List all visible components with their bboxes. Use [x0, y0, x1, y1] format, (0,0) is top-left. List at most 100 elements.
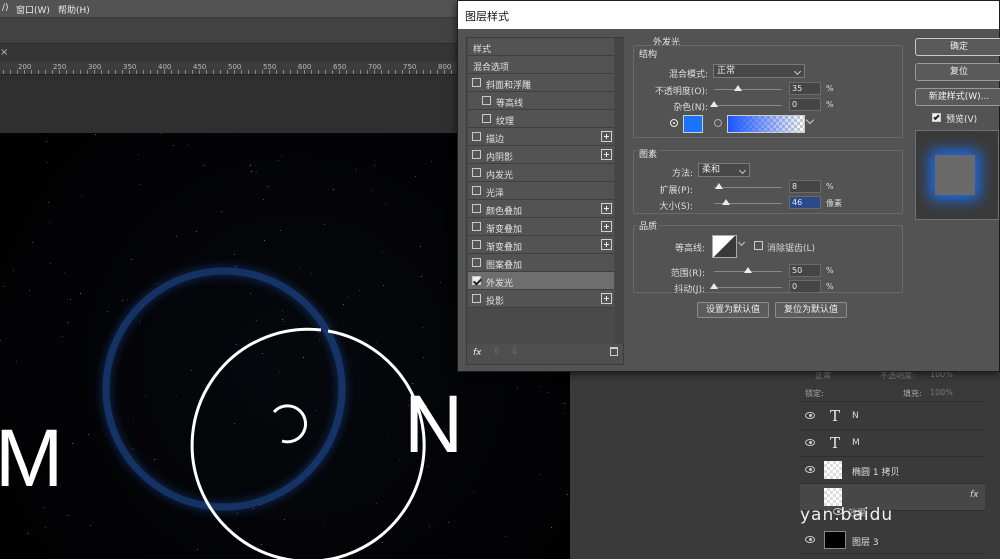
fx-badge[interactable]: fx — [970, 490, 979, 500]
range-input[interactable]: 50 — [789, 264, 821, 277]
style-checkbox[interactable] — [482, 114, 491, 123]
style-list-item[interactable]: 斜面和浮雕 — [468, 74, 614, 92]
eye-icon[interactable] — [805, 439, 815, 446]
style-item-label: 等高线 — [496, 99, 524, 109]
eye-icon[interactable] — [805, 466, 815, 473]
reset-default-button[interactable]: 复位为默认值 — [775, 302, 847, 318]
new-style-button[interactable]: 新建样式(W)... — [915, 88, 1000, 106]
jitter-input[interactable]: 0 — [789, 280, 821, 293]
contour-preview[interactable] — [712, 235, 737, 258]
size-slider[interactable] — [714, 199, 782, 205]
trash-icon[interactable] — [610, 347, 618, 356]
style-checkbox[interactable] — [472, 150, 481, 159]
layer-row[interactable]: T M — [800, 430, 985, 457]
style-list-item[interactable]: 光泽 — [468, 182, 614, 200]
text-layer-icon: T — [830, 407, 841, 425]
dialog-title[interactable]: 图层样式 — [458, 1, 999, 29]
add-effect-icon[interactable] — [601, 131, 612, 142]
noise-slider[interactable] — [710, 101, 782, 107]
layer-name: 椭圆 1 拷贝 — [852, 468, 900, 478]
blend-mode-label: 混合模式: — [668, 70, 708, 80]
layer-row[interactable]: 图层 3 — [800, 527, 985, 554]
style-list-item[interactable]: 颜色叠加 — [468, 200, 614, 218]
blend-mode-select[interactable]: 正常 — [713, 64, 805, 78]
layer-thumbnail — [824, 461, 842, 479]
opacity-slider[interactable] — [714, 85, 782, 91]
noise-unit: % — [826, 100, 834, 109]
size-thumb[interactable] — [722, 199, 731, 205]
style-checkbox[interactable] — [472, 78, 481, 87]
spread-unit: % — [826, 182, 834, 191]
style-checkbox[interactable] — [472, 258, 481, 267]
ok-button[interactable]: 确定 — [915, 38, 1000, 56]
opacity-thumb[interactable] — [733, 85, 742, 91]
style-list-item[interactable]: 图案叠加 — [468, 254, 614, 272]
style-item-label: 颜色叠加 — [486, 207, 523, 217]
jitter-thumb[interactable] — [710, 283, 718, 289]
style-checkbox[interactable] — [472, 276, 481, 285]
style-checkbox[interactable] — [472, 168, 481, 177]
style-checkbox[interactable] — [472, 222, 481, 231]
layer-name: M — [852, 438, 860, 448]
add-effect-icon[interactable] — [601, 221, 612, 232]
opacity-input[interactable]: 35 — [789, 82, 821, 95]
technique-select[interactable]: 柔和 — [698, 163, 750, 177]
gradient-swatch[interactable] — [727, 115, 805, 133]
reset-button[interactable]: 复位 — [915, 63, 1000, 81]
style-item-label: 光泽 — [486, 189, 505, 199]
add-effect-icon[interactable] — [601, 203, 612, 214]
style-list-item[interactable]: 外发光 — [468, 272, 614, 290]
glow-color-swatch[interactable] — [683, 115, 703, 133]
style-checkbox[interactable] — [472, 186, 481, 195]
noise-thumb[interactable] — [710, 101, 718, 107]
noise-input[interactable]: 0 — [789, 98, 821, 111]
range-label: 范围(R): — [670, 269, 705, 279]
color-radio[interactable] — [670, 119, 678, 127]
antialias-checkbox[interactable] — [754, 241, 763, 250]
size-input[interactable]: 46 — [789, 196, 821, 209]
style-list-item[interactable]: 样式 — [468, 38, 614, 56]
add-effect-icon[interactable] — [601, 149, 612, 160]
noise-label: 杂色(N): — [673, 103, 708, 113]
spread-input[interactable]: 8 — [789, 180, 821, 193]
style-list-scrollbar[interactable] — [615, 38, 624, 343]
style-checkbox[interactable] — [472, 240, 481, 249]
eye-icon[interactable] — [805, 412, 815, 419]
style-list-item[interactable]: 内阴影 — [468, 146, 614, 164]
style-checkbox[interactable] — [472, 294, 481, 303]
style-list-item[interactable]: 渐变叠加 — [468, 218, 614, 236]
style-checkbox[interactable] — [472, 132, 481, 141]
style-checkbox[interactable] — [482, 96, 491, 105]
style-list-item[interactable]: 纹理 — [468, 110, 614, 128]
big-ring-glow — [102, 267, 346, 511]
layer-row[interactable]: 椭圆 1 拷贝 — [800, 457, 985, 484]
style-list-item[interactable]: 内发光 — [468, 164, 614, 182]
fx-menu-icon[interactable]: fx — [473, 348, 482, 358]
style-checkbox[interactable] — [472, 204, 481, 213]
range-unit: % — [826, 266, 834, 275]
layer-row[interactable]: T N — [800, 403, 985, 430]
style-list-item[interactable]: 投影 — [468, 290, 614, 308]
jitter-slider[interactable] — [710, 283, 782, 289]
style-item-label: 样式 — [473, 45, 492, 55]
spread-thumb[interactable] — [715, 183, 724, 189]
opacity-unit: % — [826, 84, 834, 93]
preview-checkbox[interactable] — [932, 113, 941, 122]
eye-icon[interactable] — [805, 536, 815, 543]
gradient-radio[interactable] — [714, 119, 722, 127]
style-list-item[interactable]: 等高线 — [468, 92, 614, 110]
range-slider[interactable] — [714, 267, 782, 273]
add-effect-icon[interactable] — [601, 293, 612, 304]
jitter-unit: % — [826, 282, 834, 291]
style-item-label: 外发光 — [486, 279, 514, 289]
fill-value[interactable]: 100% — [930, 388, 953, 397]
spread-slider[interactable] — [714, 183, 782, 189]
add-effect-icon[interactable] — [601, 239, 612, 250]
big-ring — [190, 327, 426, 559]
range-thumb[interactable] — [744, 267, 752, 273]
style-list-item[interactable]: 混合选项 — [468, 56, 614, 74]
style-list-item[interactable]: 描边 — [468, 128, 614, 146]
make-default-button[interactable]: 设置为默认值 — [697, 302, 769, 318]
preview-box — [915, 130, 999, 220]
style-list-item[interactable]: 渐变叠加 — [468, 236, 614, 254]
